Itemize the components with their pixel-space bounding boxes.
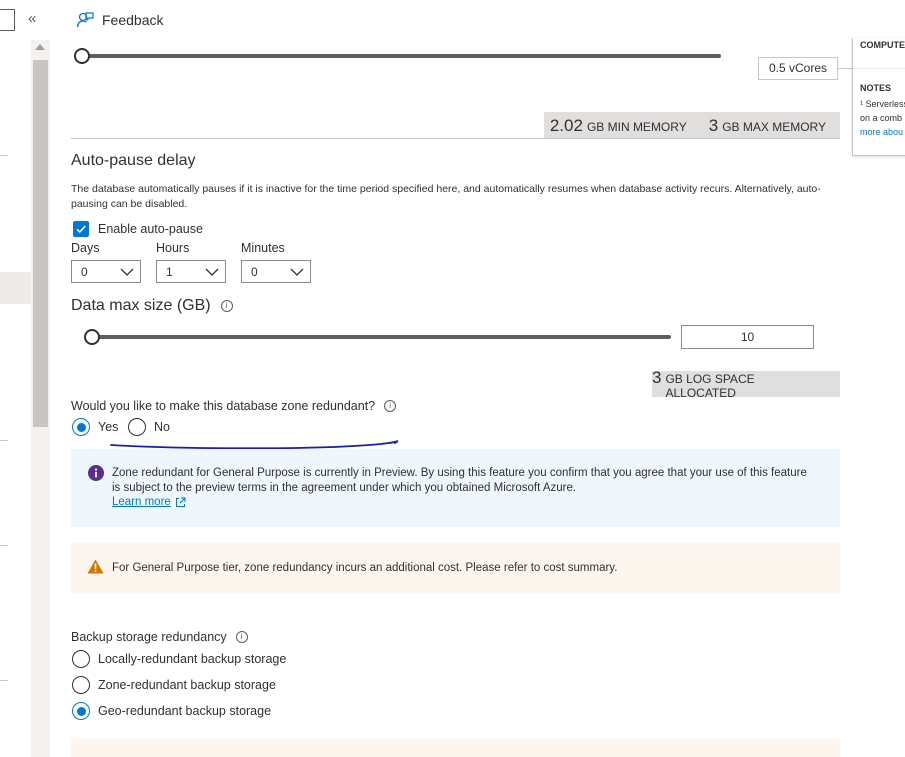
days-dropdown[interactable]: 0 [71,260,141,283]
vcores-slider-thumb[interactable] [74,48,90,64]
external-link-icon [175,497,186,507]
collapse-chevron-icon[interactable]: « [28,11,44,27]
yes-label: Yes [98,420,119,434]
left-pane-input[interactable] [0,9,15,31]
backup-option-label: Zone-redundant backup storage [98,678,276,692]
section-divider [71,138,840,139]
backup-option-label: Geo-redundant backup storage [98,704,272,718]
log-space-value: 3 [652,368,662,387]
checkmark-icon [76,225,86,234]
left-pane-divider [0,440,8,441]
backup-option-label: Locally-redundant backup storage [98,652,287,666]
left-pane [0,0,31,757]
chevron-down-icon [290,268,304,276]
zone-redundant-question-row: Would you like to make this database zon… [71,399,397,413]
hours-value: 1 [166,264,173,279]
backup-option-local[interactable]: Locally-redundant backup storage [72,650,286,668]
learn-more-label[interactable]: Learn more [112,496,171,508]
learn-more-link[interactable]: Learn more [112,496,186,508]
cost-warning-text: For General Purpose tier, zone redundanc… [112,562,618,574]
max-memory-value: 3 [708,115,719,135]
days-value: 0 [81,264,88,279]
enable-auto-pause-label: Enable auto-pause [98,222,203,236]
auto-pause-description: The database automatically pauses if it … [71,183,821,210]
left-pane-divider [0,155,8,156]
max-memory-stat: 3 GB MAX MEMORY [709,116,826,136]
info-filled-icon [88,465,104,481]
bottom-warning-banner [71,739,840,757]
auto-pause-title: Auto-pause delay [71,152,196,169]
scroll-up-arrow-icon[interactable] [35,44,45,50]
enable-auto-pause-checkbox-row[interactable]: Enable auto-pause [73,221,203,237]
warning-icon [87,559,104,574]
cost-warning-banner: For General Purpose tier, zone redundanc… [71,543,840,593]
vcores-connector [838,68,852,69]
backup-option-zone[interactable]: Zone-redundant backup storage [72,676,276,694]
data-max-size-slider-track[interactable] [86,335,671,339]
zone-redundant-yes-option[interactable]: Yes [72,418,118,436]
notes-heading: NOTES [860,83,892,93]
chevron-down-icon [120,268,134,276]
vcores-value-box: 0.5 vCores [758,57,838,80]
backup-option-geo[interactable]: Geo-redundant backup storage [72,702,271,720]
radio-button-selected[interactable] [72,702,90,720]
vcores-slider-track[interactable] [80,54,721,58]
hours-label: Hours [156,241,190,255]
data-max-size-heading: Data max size (GB) i [71,297,233,315]
radio-button-selected[interactable] [72,418,90,436]
feedback-button[interactable]: Feedback [76,8,163,32]
feedback-label: Feedback [102,12,164,28]
radio-button[interactable] [128,418,146,436]
no-label: No [154,420,170,434]
log-space-unit: GB LOG SPACE ALLOCATED [665,372,755,400]
preview-info-text: Zone redundant for General Purpose is cu… [112,467,807,494]
scrollbar-thumb[interactable] [33,60,48,427]
note-text: ¹ Serverless [860,99,905,109]
left-pane-divider [0,545,8,546]
summary-divider [853,68,905,69]
compute-heading: COMPUTE [860,40,905,50]
data-max-size-title: Data max size (GB) [71,297,211,314]
feedback-icon [76,12,94,28]
backup-redundancy-title: Backup storage redundancy [71,630,227,644]
hours-dropdown[interactable]: 1 [156,260,226,283]
info-icon[interactable]: i [220,300,233,312]
max-memory-unit: GB MAX MEMORY [722,119,826,134]
chevron-down-icon [205,268,219,276]
minutes-dropdown[interactable]: 0 [241,260,311,283]
info-icon[interactable]: i [384,400,397,412]
enable-auto-pause-checkbox[interactable] [73,221,89,237]
minutes-value: 0 [251,264,258,279]
log-space-stat: 3 GB LOG SPACE ALLOCATED [652,368,840,400]
cost-summary-panel: COMPUTE NOTES ¹ Serverless on a comb mor… [852,38,905,156]
note-link[interactable]: more abou [860,127,903,137]
data-max-size-input[interactable]: 10 [681,325,814,349]
days-label: Days [71,241,100,255]
note-text: on a comb [860,113,903,123]
minutes-label: Minutes [241,241,285,255]
radio-button[interactable] [72,650,90,668]
zone-redundant-question: Would you like to make this database zon… [71,399,376,413]
zone-redundant-no-option[interactable]: No [128,418,170,436]
left-pane-selected-item[interactable] [0,272,31,304]
radio-button[interactable] [72,676,90,694]
memory-stats: 2.02 GB MIN MEMORY 3 GB MAX MEMORY [544,112,840,139]
left-pane-divider [0,680,8,681]
backup-redundancy-heading-row: Backup storage redundancy i [71,630,248,644]
min-memory-unit: GB MIN MEMORY [586,119,687,134]
preview-info-banner: Zone redundant for General Purpose is cu… [71,449,840,527]
min-memory-stat: 2.02 GB MIN MEMORY [550,116,687,136]
data-max-size-slider-thumb[interactable] [84,329,100,345]
info-icon[interactable]: i [235,631,248,643]
min-memory-value: 2.02 [549,115,583,135]
